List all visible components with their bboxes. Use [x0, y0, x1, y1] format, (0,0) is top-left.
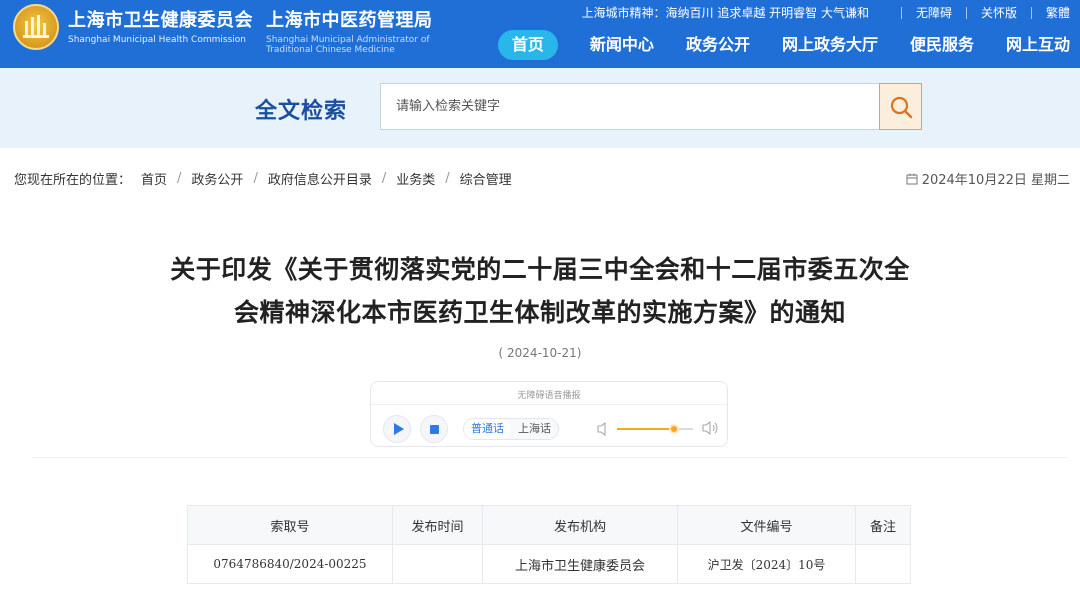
care-version-link[interactable]: 关怀版 — [981, 4, 1017, 21]
volume-fill — [617, 428, 674, 430]
col-header-publish-time: 发布时间 — [392, 505, 483, 545]
today-date: 2024年10月22日 星期二 — [906, 169, 1070, 188]
table-header-row: 索取号 发布时间 发布机构 文件编号 备注 — [187, 505, 911, 545]
divider — [900, 6, 902, 19]
nav-government-affairs[interactable]: 政务公开 — [686, 30, 750, 60]
main-nav: 首页 新闻中心 政务公开 网上政务大厅 便民服务 网上互动 — [497, 30, 1070, 60]
breadcrumb-item-business[interactable]: 业务类 — [396, 169, 435, 188]
breadcrumb-item-disclosure-catalog[interactable]: 政府信息公开目录 — [268, 169, 372, 188]
breadcrumb-separator: / — [253, 171, 258, 186]
volume-slider[interactable] — [617, 424, 693, 434]
org2-chinese-name: 上海市中医药管理局 — [266, 10, 433, 31]
article-title: 关于印发《关于贯彻落实党的二十届三中全会和十二届市委五次全 会精神深化本市医药卫… — [100, 248, 980, 334]
divider — [965, 6, 967, 19]
top-utility-bar: 上海城市精神：海纳百川 追求卓越 开明睿智 大气谦和 无障碍 关怀版 繁體 — [582, 4, 1071, 21]
cell-remarks — [855, 544, 911, 584]
article-title-line-1: 关于印发《关于贯彻落实党的二十届三中全会和十二届市委五次全 — [170, 255, 910, 284]
audio-player-label: 无障碍语音播报 — [517, 391, 581, 401]
cell-document-number: 沪卫发〔2024〕10号 — [677, 544, 856, 584]
search-icon — [890, 96, 913, 119]
nav-online-services-hall[interactable]: 网上政务大厅 — [782, 30, 878, 60]
nav-news-center[interactable]: 新闻中心 — [590, 30, 654, 60]
dialect-toggle: 普通话 上海话 — [463, 418, 559, 440]
org2-english-name: Shanghai Municipal Administrator of Trad… — [266, 35, 430, 55]
col-header-document-number: 文件编号 — [677, 505, 856, 545]
play-button[interactable] — [383, 415, 411, 443]
logo-emblem-icon — [23, 15, 49, 38]
org-name-health-commission[interactable]: 上海市卫生健康委员会 Shanghai Municipal Health Com… — [68, 6, 253, 45]
search-title: 全文检索 — [255, 99, 348, 124]
volume-handle[interactable] — [669, 424, 679, 434]
org1-english-name: Shanghai Municipal Health Commission — [68, 35, 246, 45]
breadcrumb-separator: / — [177, 171, 182, 186]
volume-low-icon[interactable] — [597, 421, 611, 437]
audio-player: 无障碍语音播报 普通话 上海话 — [370, 381, 728, 447]
article-publish-date: ( 2024-10-21) — [498, 346, 582, 360]
col-header-index-number: 索取号 — [187, 505, 393, 545]
cell-publishing-agency: 上海市卫生健康委员会 — [482, 544, 678, 584]
cell-publish-time — [392, 544, 483, 584]
col-header-remarks: 备注 — [855, 505, 911, 545]
col-header-publishing-agency: 发布机构 — [482, 505, 678, 545]
breadcrumb-row: 您现在所在的位置： 首页 / 政务公开 / 政府信息公开目录 / 业务类 / 综… — [0, 148, 1080, 204]
breadcrumb-label: 您现在所在的位置： — [14, 173, 132, 188]
search-band: 全文检索 — [0, 68, 1080, 148]
search-button[interactable] — [879, 83, 922, 130]
breadcrumb-item-government-affairs[interactable]: 政务公开 — [191, 169, 243, 188]
breadcrumb-item-home[interactable]: 首页 — [141, 169, 167, 188]
search-input[interactable] — [380, 83, 880, 130]
breadcrumb-item-general-management[interactable]: 综合管理 — [460, 169, 512, 188]
document-info-table: 索取号 发布时间 发布机构 文件编号 备注 0764786840/2024-00… — [187, 505, 911, 584]
table-row: 0764786840/2024-00225 上海市卫生健康委员会 沪卫发〔202… — [187, 544, 911, 584]
calendar-icon — [906, 173, 918, 184]
site-header: 上海市卫生健康委员会 Shanghai Municipal Health Com… — [0, 0, 1080, 68]
content-divider — [33, 457, 1067, 458]
stop-button[interactable] — [420, 415, 448, 443]
city-spirit-text: 上海城市精神：海纳百川 追求卓越 开明睿智 大气谦和 — [581, 6, 869, 20]
lang-option-mandarin[interactable]: 普通话 — [464, 419, 511, 439]
traditional-chinese-link[interactable]: 繁體 — [1046, 4, 1070, 21]
divider — [371, 404, 727, 405]
cell-index-number: 0764786840/2024-00225 — [187, 544, 393, 584]
nav-home[interactable]: 首页 — [497, 30, 558, 60]
article-title-line-2: 会精神深化本市医药卫生体制改革的实施方案》的通知 — [233, 298, 846, 327]
nav-online-interaction[interactable]: 网上互动 — [1006, 30, 1070, 60]
breadcrumb-separator: / — [381, 171, 387, 186]
today-date-text: 2024年10月22日 星期二 — [921, 173, 1070, 188]
nav-public-services[interactable]: 便民服务 — [910, 30, 974, 60]
divider — [1030, 6, 1032, 19]
breadcrumb-separator: / — [445, 171, 450, 186]
lang-option-shanghainese[interactable]: 上海话 — [511, 419, 558, 439]
org1-chinese-name: 上海市卫生健康委员会 — [68, 10, 253, 31]
accessibility-link[interactable]: 无障碍 — [916, 4, 952, 21]
volume-high-icon[interactable] — [702, 419, 720, 437]
breadcrumb: 您现在所在的位置： 首页 / 政务公开 / 政府信息公开目录 / 业务类 / 综… — [14, 169, 512, 188]
site-logo[interactable] — [13, 4, 59, 50]
org-name-tcm-administration[interactable]: 上海市中医药管理局 Shanghai Municipal Administrat… — [266, 6, 446, 55]
